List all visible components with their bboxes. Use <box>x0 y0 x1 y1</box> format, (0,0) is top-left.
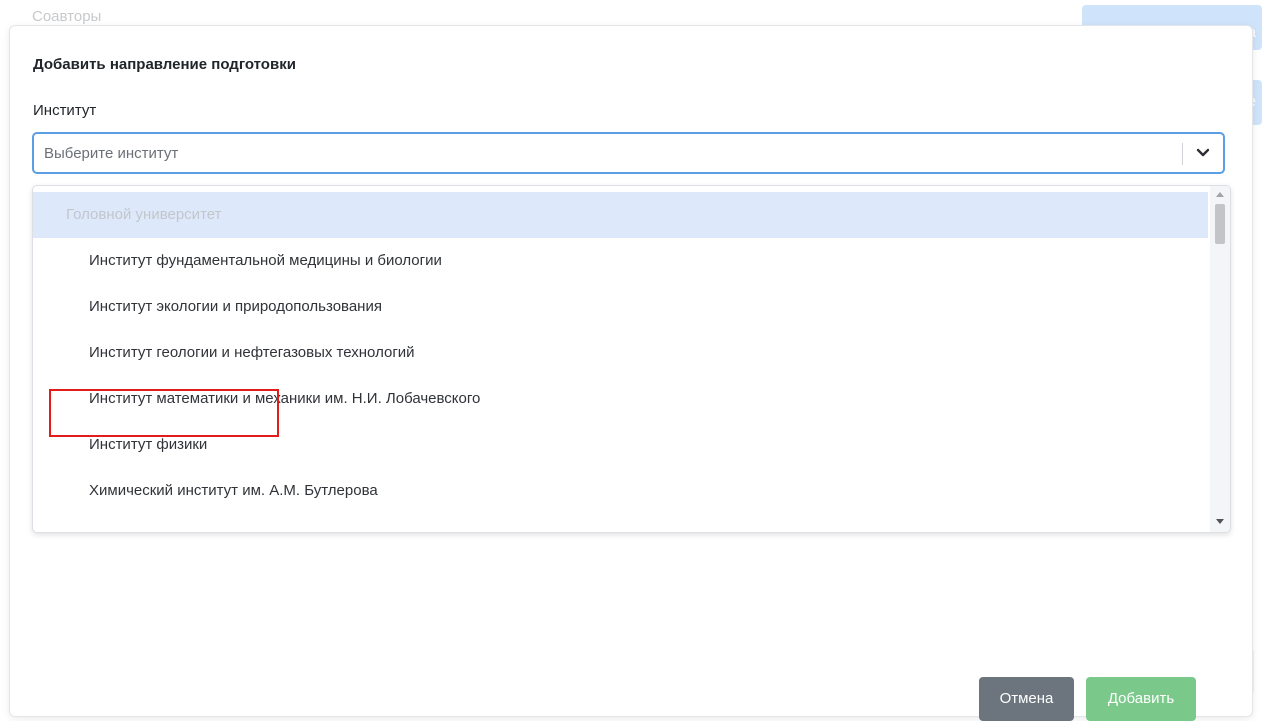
modal-title: Добавить направление подготовки <box>33 56 296 73</box>
coauthors-label: Соавторы <box>32 8 102 25</box>
dropdown-group-header: Головной университет <box>33 192 1208 238</box>
cancel-button[interactable]: Отмена <box>979 677 1074 721</box>
institute-select[interactable]: Выберите институт <box>32 132 1225 174</box>
dropdown-options: Головной университет Институт фундамента… <box>33 192 1208 532</box>
select-placeholder: Выберите институт <box>44 145 179 162</box>
dropdown-option-geology[interactable]: Институт геологии и нефтегазовых техноло… <box>33 330 1208 376</box>
dropdown-option-medicine-biology[interactable]: Институт фундаментальной медицины и биол… <box>33 238 1208 284</box>
scrollbar-thumb[interactable] <box>1215 204 1225 244</box>
dropdown-option-chemistry[interactable]: Химический институт им. А.М. Бутлерова <box>33 468 1208 514</box>
add-direction-modal: Добавить направление подготовки Институт… <box>9 25 1253 721</box>
chevron-down-icon[interactable] <box>1193 143 1213 163</box>
dropdown-scrollbar[interactable] <box>1210 186 1230 532</box>
dropdown-option-ecology[interactable]: Институт экологии и природопользования <box>33 284 1208 330</box>
select-separator <box>1182 143 1183 165</box>
scroll-up-arrow-icon[interactable] <box>1216 192 1224 197</box>
add-button[interactable]: Добавить <box>1086 677 1196 721</box>
scroll-down-arrow-icon[interactable] <box>1216 519 1224 524</box>
institute-dropdown-list: Головной университет Институт фундамента… <box>32 185 1231 533</box>
institute-label: Институт <box>33 102 97 119</box>
highlight-annotation-box <box>49 389 279 437</box>
dropdown-option-partial[interactable] <box>33 514 1208 532</box>
